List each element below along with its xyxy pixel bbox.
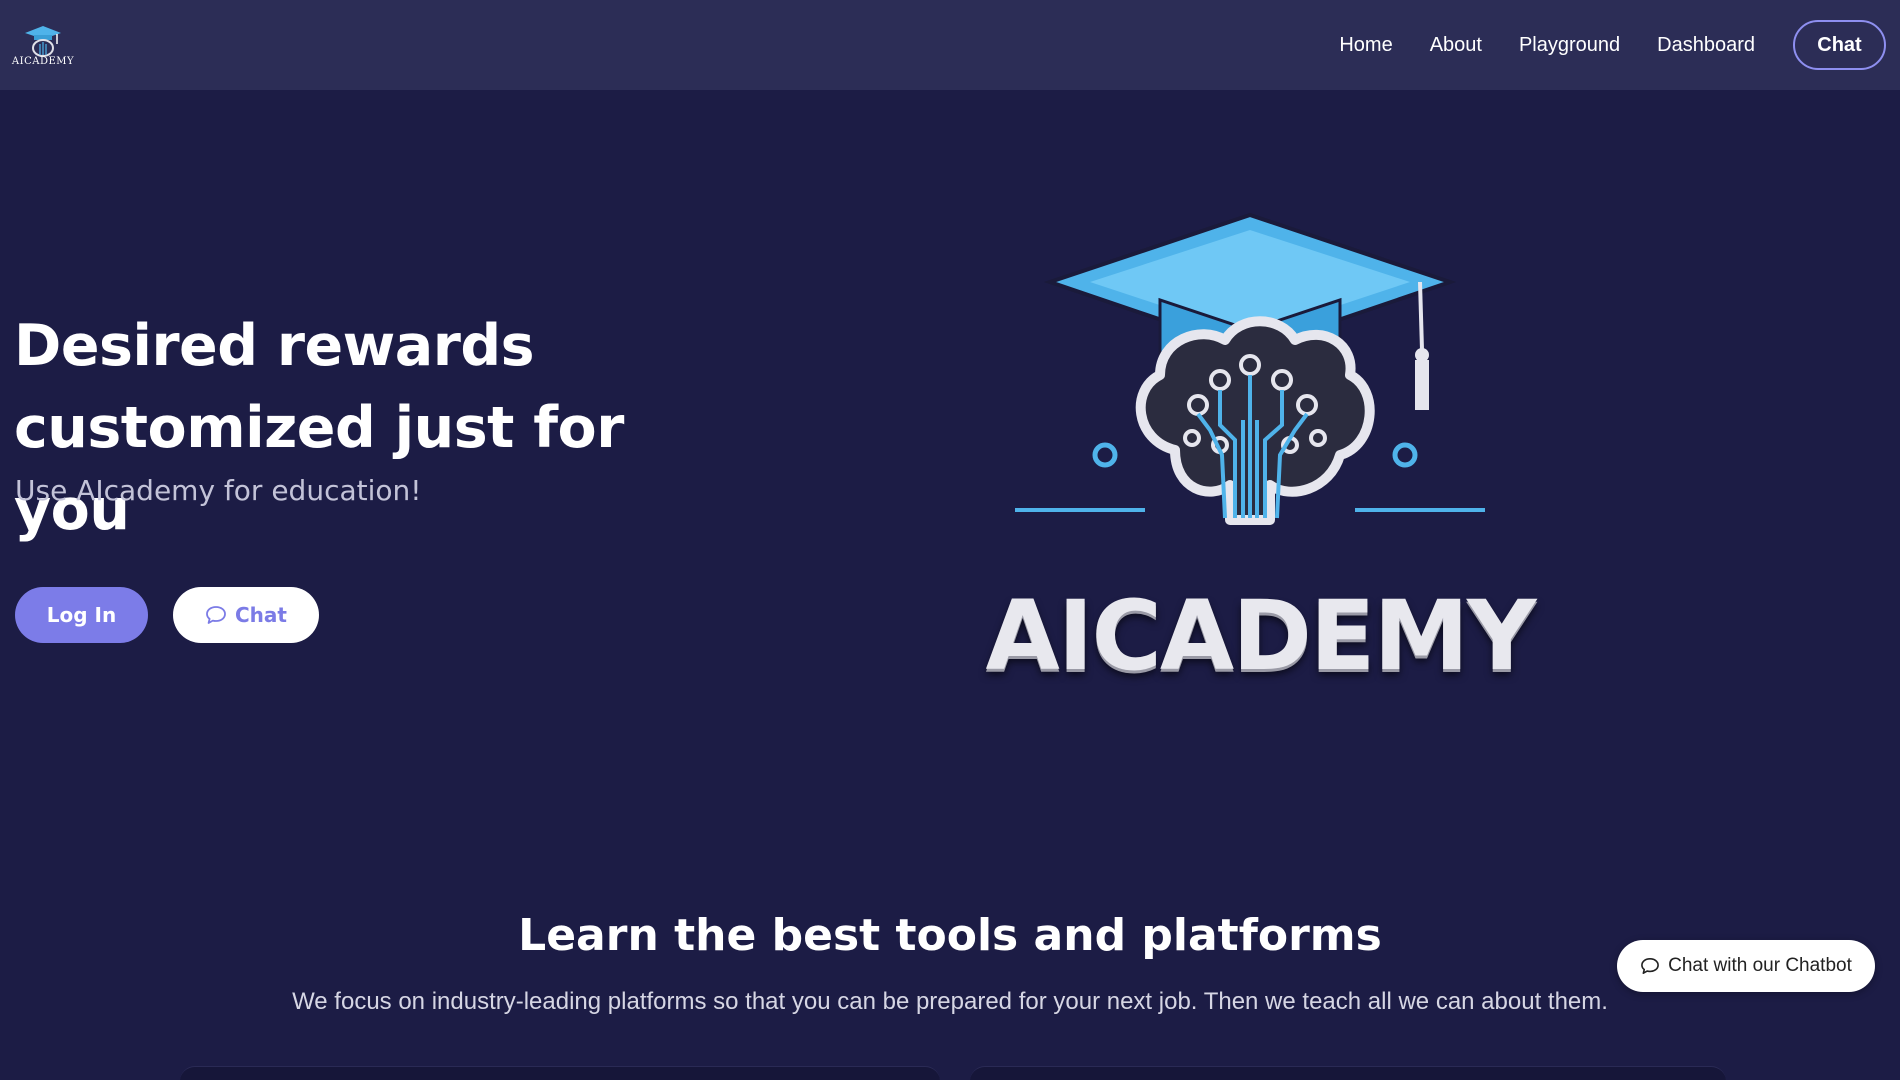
nav-link-dashboard[interactable]: Dashboard [1657, 34, 1755, 57]
nav-link-about[interactable]: About [1430, 34, 1482, 57]
hero-chat-button[interactable]: Chat [173, 587, 319, 643]
chat-bubble-icon [206, 606, 226, 624]
section-title: Learn the best tools and platforms [518, 910, 1382, 961]
page: AICADEMY Home About Playground Dashboard… [0, 0, 1900, 1080]
hero-title: Desired rewards customized just for you [14, 305, 734, 551]
section-subtitle: We focus on industry-leading platforms s… [292, 988, 1608, 1015]
nav-chat-button[interactable]: Chat [1793, 20, 1886, 70]
hero-title-line2: customized just for you [14, 395, 624, 543]
feature-card [180, 1066, 940, 1080]
nav-link-home[interactable]: Home [1339, 34, 1392, 57]
hero-chat-label: Chat [235, 603, 287, 627]
login-button[interactable]: Log In [15, 587, 148, 643]
brand-logo[interactable]: AICADEMY [11, 24, 75, 67]
chat-bubble-icon [1641, 957, 1660, 975]
nav-link-playground[interactable]: Playground [1519, 34, 1620, 57]
graduation-cap-brain-icon [25, 25, 61, 57]
chatbot-label: Chat with our Chatbot [1668, 955, 1852, 976]
hero-subtitle: Use AIcademy for education! [15, 474, 422, 507]
hero-title-line1: Desired rewards [14, 313, 535, 379]
nav-links: Home About Playground Dashboard Chat [1302, 20, 1886, 70]
navbar: AICADEMY Home About Playground Dashboard… [0, 0, 1900, 90]
feature-card [970, 1066, 1726, 1080]
chatbot-button[interactable]: Chat with our Chatbot [1617, 940, 1875, 992]
logo-wordmark: AICADEMY [985, 580, 1536, 692]
aicademy-logo: AICADEMY [960, 200, 1560, 720]
graduation-cap-brain-icon [1015, 212, 1485, 525]
brand-logo-text: AICADEMY [11, 55, 75, 67]
